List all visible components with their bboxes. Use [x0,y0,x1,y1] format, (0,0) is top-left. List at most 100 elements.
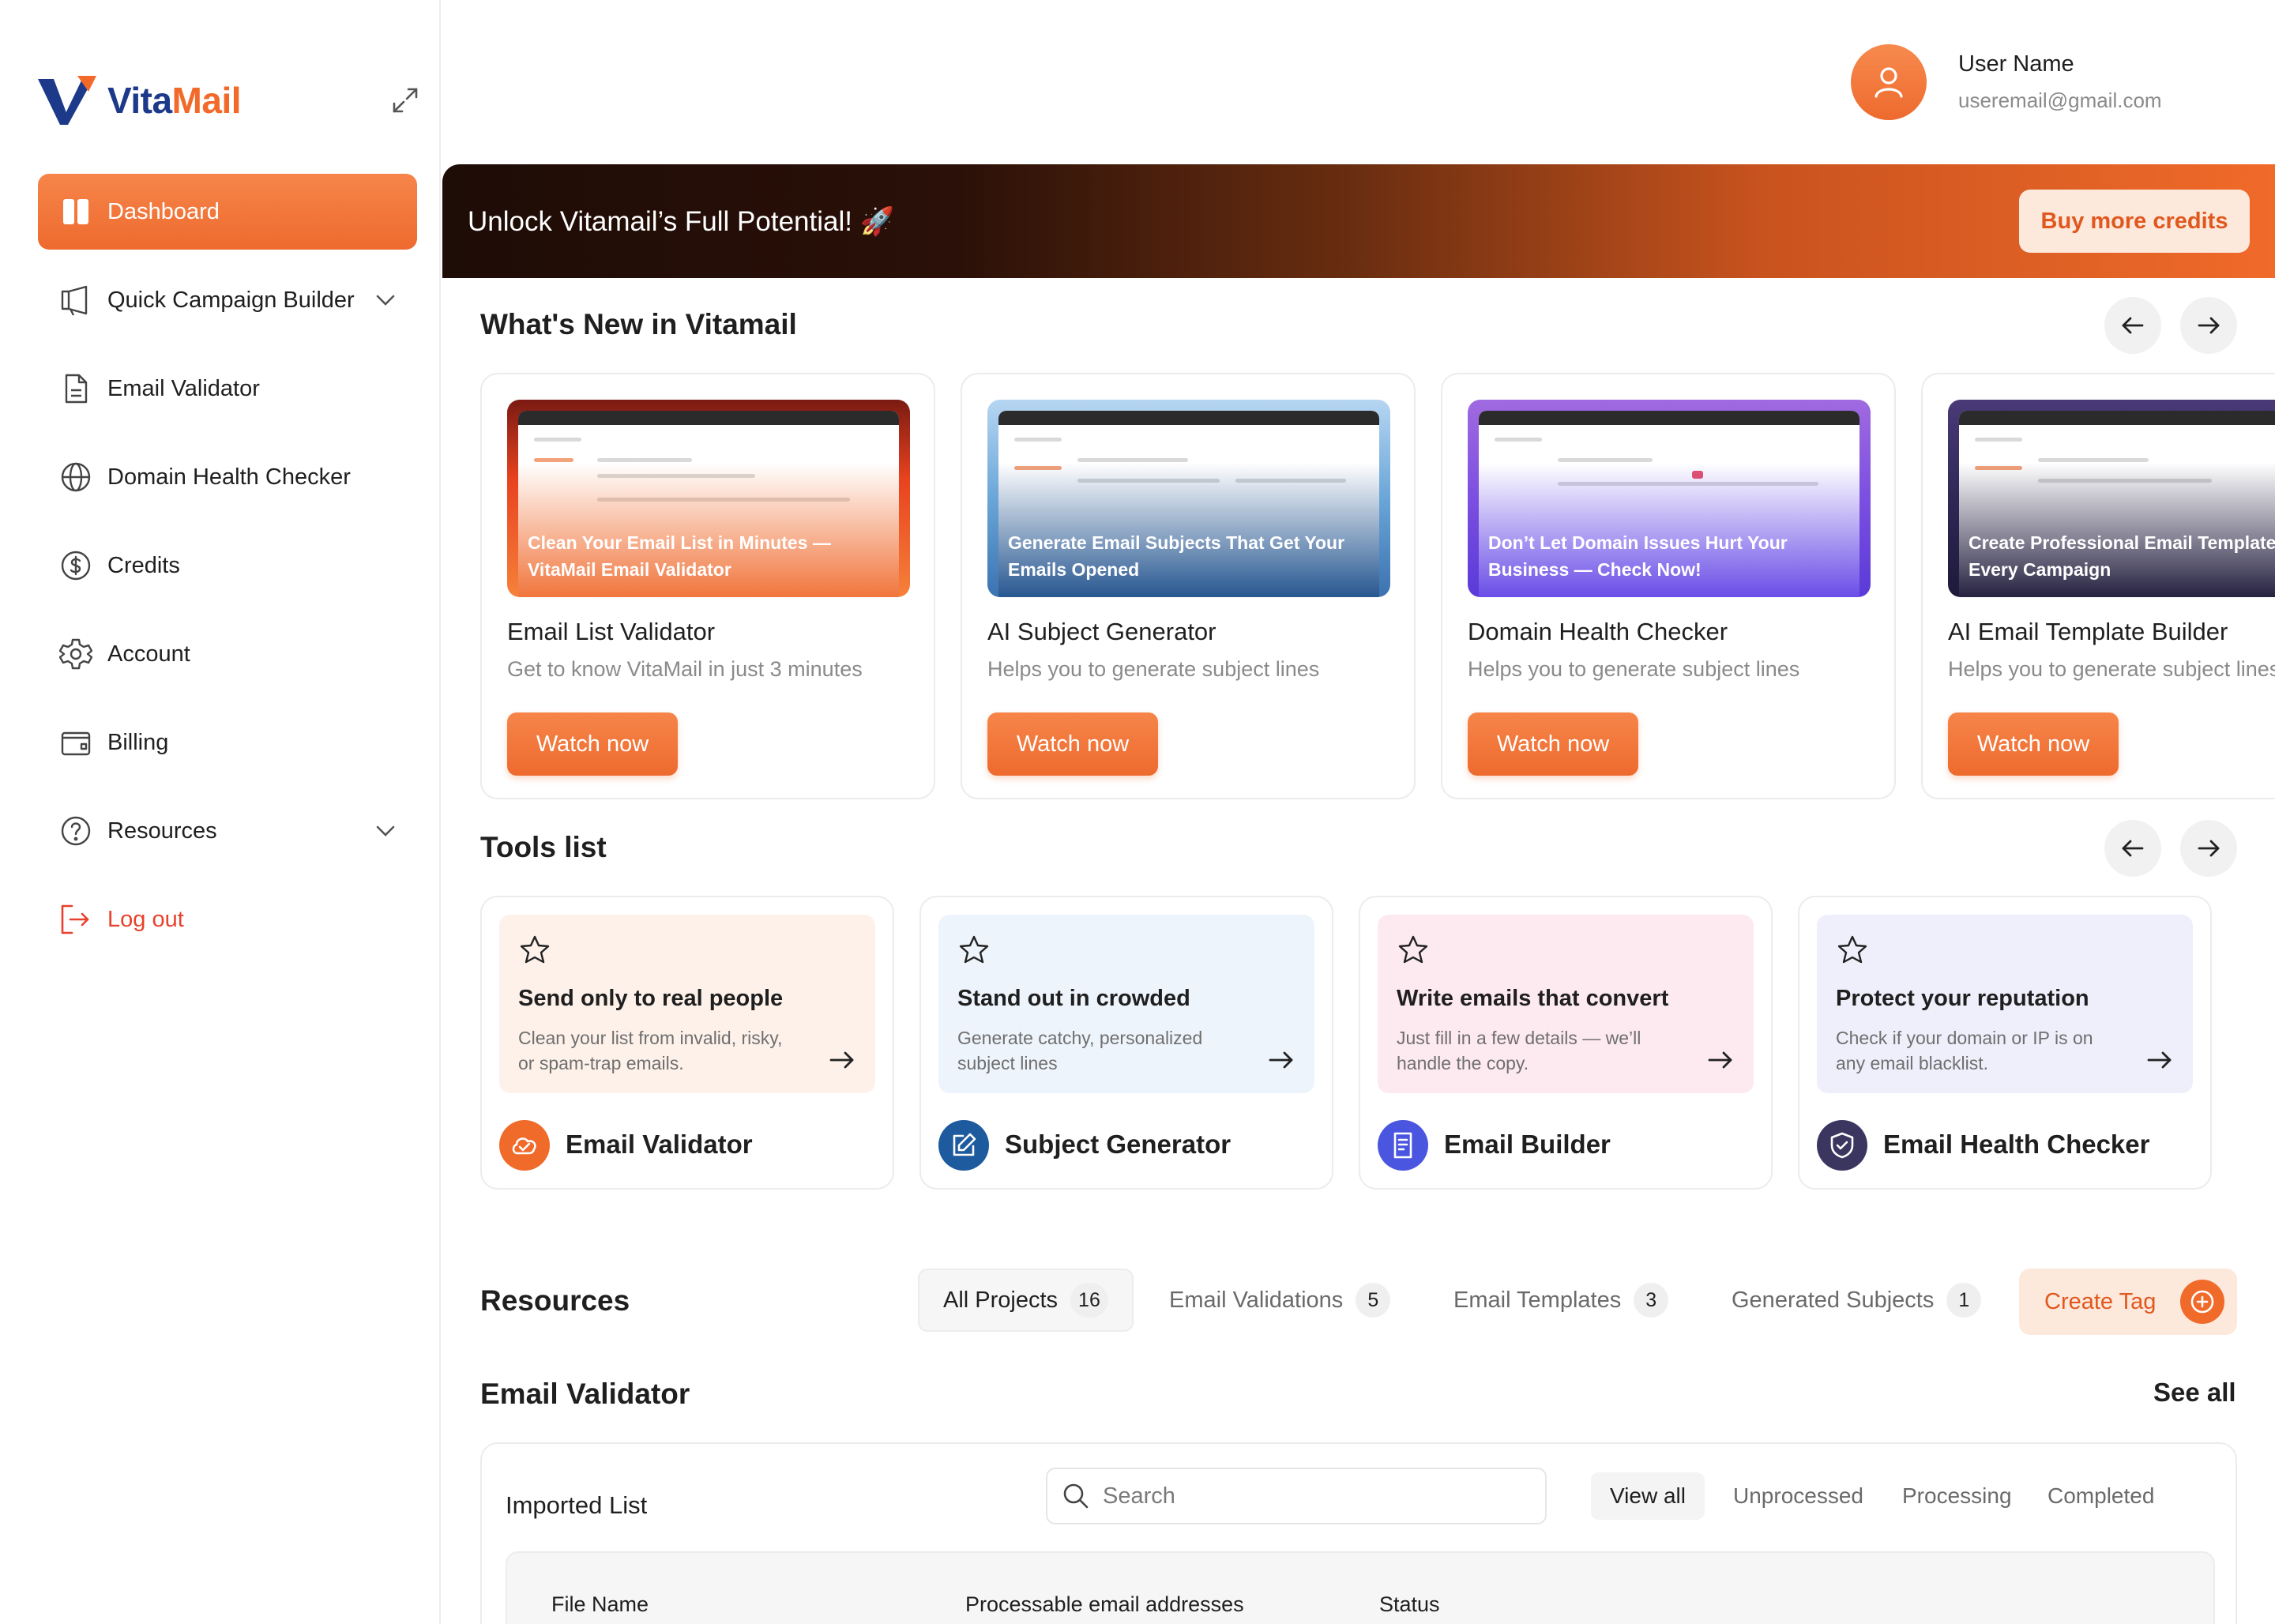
tool-name: Email Validator [566,1130,753,1159]
sidebar-item-label: Account [107,641,190,667]
tab-all-projects[interactable]: All Projects 16 [918,1269,1134,1332]
tool-description: Generate catchy, personalized subject li… [957,1028,1203,1073]
tools-list-title: Tools list [480,831,607,863]
news-card-description: Helps you to generate subject lines [987,657,1320,681]
tool-card-body: Protect your reputation Check if your do… [1817,915,2193,1093]
search-icon [1063,1483,1089,1509]
filter-completed[interactable]: Completed [2029,1472,2173,1520]
arrow-right-icon[interactable] [1705,1044,1736,1076]
tool-name: Email Builder [1444,1130,1611,1159]
buy-more-credits-button[interactable]: Buy more credits [2019,190,2250,253]
column-processable-emails[interactable]: Processable email addresses [965,1592,1244,1617]
video-thumbnail[interactable]: Generate Email Subjects That Get Your Em… [987,400,1390,597]
sidebar-item-email-validator[interactable]: Email Validator [38,351,417,427]
logout-icon [58,902,93,937]
video-thumbnail[interactable]: Clean Your Email List in Minutes — VitaM… [507,400,910,597]
star-icon[interactable] [518,934,551,967]
search-input[interactable] [1103,1483,1514,1509]
see-all-link[interactable]: See all [2153,1378,2236,1408]
sidebar-item-label: Email Validator [107,375,260,401]
avatar[interactable] [1851,44,1927,120]
watch-now-button[interactable]: Watch now [1948,712,2119,776]
arrow-right-icon[interactable] [2144,1044,2175,1076]
star-icon[interactable] [1397,934,1430,967]
sidebar-item-dashboard[interactable]: Dashboard [38,174,417,250]
filter-processing[interactable]: Processing [1883,1472,2031,1520]
sidebar-item-credits[interactable]: Credits [38,528,417,603]
tools-prev-button[interactable] [2104,820,2161,877]
tool-description: Check if your domain or IP is on any ema… [1836,1028,2093,1073]
vitamail-logo-icon [38,76,96,125]
whats-new-prev-button[interactable] [2104,297,2161,354]
tool-card-email-builder[interactable]: Write emails that convert Just fill in a… [1359,896,1773,1190]
whats-new-next-button[interactable] [2180,297,2237,354]
sidebar-item-label: Dashboard [107,198,220,224]
video-thumbnail[interactable]: Don’t Let Domain Issues Hurt Your Busine… [1468,400,1871,597]
arrow-right-icon[interactable] [826,1044,858,1076]
watch-now-button[interactable]: Watch now [1468,712,1638,776]
tool-description: Clean your list from invalid, risky, or … [518,1028,783,1073]
megaphone-icon [58,283,93,318]
tab-email-templates[interactable]: Email Templates 3 [1430,1269,1692,1332]
tab-email-validations[interactable]: Email Validations 5 [1145,1269,1414,1332]
user-profile[interactable]: User Name useremail@gmail.com [1851,44,2162,120]
sidebar-item-resources[interactable]: Resources [38,793,417,869]
tool-heading: Send only to real people [518,986,784,1011]
document-icon [58,371,93,406]
expand-sidebar-button[interactable] [387,82,423,118]
thumbnail-caption: Clean Your Email List in Minutes — VitaM… [528,532,831,580]
sidebar-item-label: Domain Health Checker [107,464,351,490]
arrow-right-icon[interactable] [1265,1044,1297,1076]
column-status[interactable]: Status [1379,1592,1440,1617]
create-tag-button[interactable]: Create Tag [2019,1269,2237,1335]
tools-next-button[interactable] [2180,820,2237,877]
news-card-title: Domain Health Checker [1468,618,1728,645]
watch-now-button[interactable]: Watch now [507,712,678,776]
tool-name: Subject Generator [1005,1130,1232,1159]
watch-now-button[interactable]: Watch now [987,712,1158,776]
tab-label: Email Templates [1453,1287,1622,1313]
news-card-title: AI Email Template Builder [1948,618,2228,645]
tab-label: Email Validations [1169,1287,1344,1313]
star-icon[interactable] [1836,934,1869,967]
news-card-description: Helps you to generate subject lines [1468,657,1800,681]
filter-view-all[interactable]: View all [1591,1472,1705,1520]
sidebar-item-quick-campaign-builder[interactable]: Quick Campaign Builder [38,262,417,338]
filter-unprocessed[interactable]: Unprocessed [1714,1472,1882,1520]
promo-banner: Unlock Vitamail’s Full Potential! 🚀 Buy … [442,164,2275,278]
sidebar-item-logout[interactable]: Log out [38,882,417,957]
tab-label: All Projects [943,1287,1059,1313]
arrow-right-icon [2198,317,2220,334]
news-card-description: Get to know VitaMail in just 3 minutes [507,657,863,681]
tool-card-email-health-checker[interactable]: Protect your reputation Check if your do… [1798,896,2212,1190]
tool-card-subject-generator[interactable]: Stand out in crowded Generate catchy, pe… [919,896,1333,1190]
thumbnail-caption: Create Professional Email Templates Fast… [1969,532,2275,580]
news-card-email-list-validator: Clean Your Email List in Minutes — VitaM… [480,373,935,799]
user-email: useremail@gmail.com [1958,88,2162,112]
column-file-name[interactable]: File Name [551,1592,649,1617]
imported-list-title: Imported List [506,1491,648,1519]
news-card-title: Email List Validator [507,618,716,645]
video-thumbnail[interactable]: Create Professional Email Templates Fast… [1948,400,2275,597]
email-validator-section-title: Email Validator [480,1378,690,1410]
sidebar-item-billing[interactable]: Billing [38,705,417,780]
brand-logo[interactable]: VitaMail [36,74,242,126]
search-field[interactable] [1046,1468,1547,1524]
sidebar-item-account[interactable]: Account [38,616,417,692]
news-card-title: AI Subject Generator [987,618,1216,645]
sidebar: VitaMail Dashboard Quick Campaign Builde… [0,0,441,1624]
sidebar-item-domain-health-checker[interactable]: Domain Health Checker [38,439,417,515]
dollar-icon [58,548,93,583]
arrow-left-icon [2122,317,2144,334]
expand-icon [393,88,418,113]
wallet-icon [58,725,93,760]
tool-card-body: Stand out in crowded Generate catchy, pe… [938,915,1314,1093]
plus-circle-icon [2180,1280,2224,1324]
tool-card-email-validator[interactable]: Send only to real people Clean your list… [480,896,894,1190]
tool-description: Just fill in a few details — we’ll handl… [1397,1028,1641,1073]
tab-label: Generated Subjects [1732,1287,1935,1313]
tab-generated-subjects[interactable]: Generated Subjects 1 [1708,1269,2005,1332]
star-icon[interactable] [957,934,991,967]
count-badge: 5 [1356,1283,1391,1318]
tool-heading: Protect your reputation [1836,986,2089,1011]
